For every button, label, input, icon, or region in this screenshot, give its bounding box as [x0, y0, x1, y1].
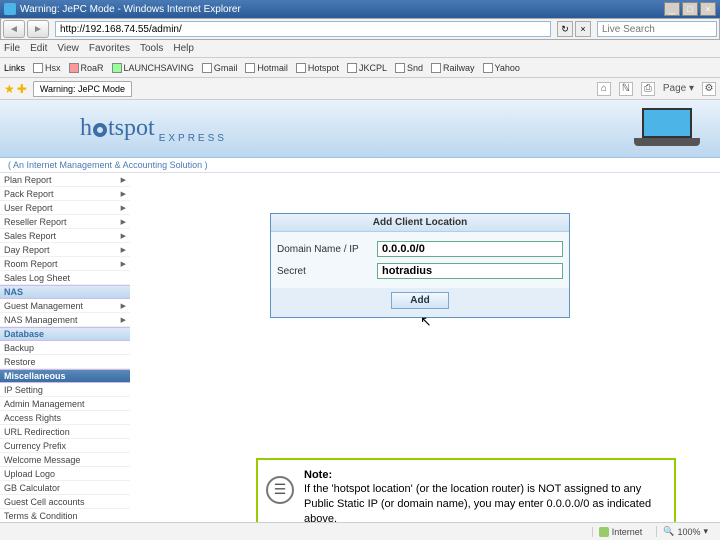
- sidebar-item-gb-calculator[interactable]: GB Calculator: [0, 481, 130, 495]
- sidebar-item-admin-management[interactable]: Admin Management: [0, 397, 130, 411]
- browser-tab[interactable]: Warning: JePC Mode: [33, 81, 132, 97]
- stop-button[interactable]: ×: [575, 21, 591, 37]
- sidebar-item-guest-management[interactable]: Guest Management▶: [0, 299, 130, 313]
- maximize-button[interactable]: □: [682, 2, 698, 16]
- menu-edit[interactable]: Edit: [30, 43, 47, 54]
- print-icon[interactable]: ⎙: [641, 82, 655, 96]
- input-secret[interactable]: [377, 263, 563, 279]
- links-label: Links: [4, 63, 25, 73]
- sidebar-head-miscellaneous: Miscellaneous: [0, 369, 130, 383]
- note-text: Note: If the 'hotspot location' (or the …: [304, 468, 666, 527]
- link-hotmail[interactable]: Hotmail: [245, 63, 288, 73]
- sidebar-item-access-rights[interactable]: Access Rights: [0, 411, 130, 425]
- sidebar-head-nas: NAS: [0, 285, 130, 299]
- sidebar-item-pack-report[interactable]: Pack Report▶: [0, 187, 130, 201]
- menu-bar: File Edit View Favorites Tools Help: [0, 40, 720, 58]
- sidebar-item-guest-cell-accounts[interactable]: Guest Cell accounts: [0, 495, 130, 509]
- status-bar: Internet 🔍 100% ▾: [0, 522, 720, 540]
- tab-toolbar: ★ ✚ Warning: JePC Mode ⌂ ℕ ⎙ Page ▾ ⚙: [0, 78, 720, 100]
- sidebar-item-plan-report[interactable]: Plan Report▶: [0, 173, 130, 187]
- menu-favorites[interactable]: Favorites: [89, 43, 130, 54]
- note-heading: Note:: [304, 469, 332, 481]
- search-input[interactable]: [597, 21, 717, 37]
- link-yahoo[interactable]: Yahoo: [483, 63, 520, 73]
- ie-icon: [4, 3, 16, 15]
- tagline: ( An Internet Management & Accounting So…: [0, 158, 720, 173]
- menu-file[interactable]: File: [4, 43, 20, 54]
- sidebar-item-sales-report[interactable]: Sales Report▶: [0, 229, 130, 243]
- status-internet: Internet: [592, 527, 649, 537]
- cursor-icon: ↖: [420, 313, 432, 330]
- sidebar-item-welcome-message[interactable]: Welcome Message: [0, 453, 130, 467]
- sidebar-item-upload-logo[interactable]: Upload Logo: [0, 467, 130, 481]
- forward-button[interactable]: ►: [27, 20, 49, 38]
- window-titlebar: Warning: JePC Mode - Windows Internet Ex…: [0, 0, 720, 18]
- links-bar: Links Hsx RoaR LAUNCHSAVING Gmail Hotmai…: [0, 58, 720, 78]
- add-favorite-icon[interactable]: ✚: [17, 82, 27, 96]
- sidebar-item-restore[interactable]: Restore: [0, 355, 130, 369]
- add-client-location-form: Add Client Location Domain Name / IP Sec…: [270, 213, 570, 318]
- menu-help[interactable]: Help: [173, 43, 194, 54]
- menu-tools[interactable]: Tools: [140, 43, 163, 54]
- link-hsx[interactable]: Hsx: [33, 63, 61, 73]
- laptop-icon: [632, 108, 702, 148]
- brand-header: htspot EXPRESS: [0, 100, 720, 158]
- favorites-star-icon[interactable]: ★: [4, 82, 15, 96]
- command-bar: ⌂ ℕ ⎙ Page ▾ ⚙: [597, 82, 716, 96]
- sidebar-item-url-redirection[interactable]: URL Redirection: [0, 425, 130, 439]
- sidebar-item-terms-condition[interactable]: Terms & Condition: [0, 509, 130, 523]
- sidebar-item-backup[interactable]: Backup: [0, 341, 130, 355]
- status-zoom[interactable]: 🔍 100% ▾: [656, 526, 714, 537]
- sidebar-item-nas-management[interactable]: NAS Management▶: [0, 313, 130, 327]
- sidebar-item-reseller-report[interactable]: Reseller Report▶: [0, 215, 130, 229]
- link-hotspot[interactable]: Hotspot: [296, 63, 339, 73]
- sidebar-head-database: Database: [0, 327, 130, 341]
- note-icon: ☰: [266, 476, 294, 504]
- sidebar-item-room-report[interactable]: Room Report▶: [0, 257, 130, 271]
- close-button[interactable]: ×: [700, 2, 716, 16]
- link-launchsaving[interactable]: LAUNCHSAVING: [112, 63, 194, 73]
- sidebar-item-ip-setting[interactable]: IP Setting: [0, 383, 130, 397]
- form-title: Add Client Location: [271, 214, 569, 232]
- minimize-button[interactable]: _: [664, 2, 680, 16]
- note-body: If the 'hotspot location' (or the locati…: [304, 483, 651, 525]
- sidebar-item-sales-log-sheet[interactable]: Sales Log Sheet: [0, 271, 130, 285]
- link-snd[interactable]: Snd: [395, 63, 423, 73]
- brand-logo: htspot EXPRESS: [80, 115, 227, 142]
- sidebar-item-currency-prefix[interactable]: Currency Prefix: [0, 439, 130, 453]
- tools-icon[interactable]: ⚙: [702, 82, 716, 96]
- sidebar-item-day-report[interactable]: Day Report▶: [0, 243, 130, 257]
- link-jkcpl[interactable]: JKCPL: [347, 63, 387, 73]
- back-button[interactable]: ◄: [3, 20, 25, 38]
- brand-sub: EXPRESS: [159, 133, 227, 144]
- link-gmail[interactable]: Gmail: [202, 63, 238, 73]
- add-button[interactable]: Add: [391, 292, 448, 309]
- link-railway[interactable]: Railway: [431, 63, 475, 73]
- home-icon[interactable]: ⌂: [597, 82, 611, 96]
- content-area: Plan Report▶ Pack Report▶ User Report▶ R…: [0, 173, 720, 543]
- label-secret: Secret: [277, 266, 377, 277]
- sidebar: Plan Report▶ Pack Report▶ User Report▶ R…: [0, 173, 130, 543]
- feed-icon[interactable]: ℕ: [619, 82, 633, 96]
- link-roar[interactable]: RoaR: [69, 63, 104, 73]
- input-domain[interactable]: [377, 241, 563, 257]
- sidebar-item-user-report[interactable]: User Report▶: [0, 201, 130, 215]
- refresh-button[interactable]: ↻: [557, 21, 573, 37]
- tab-title: Warning: JePC Mode: [40, 84, 125, 94]
- window-title: Warning: JePC Mode - Windows Internet Ex…: [20, 4, 241, 15]
- label-domain: Domain Name / IP: [277, 244, 377, 255]
- address-bar: ◄ ► ↻ ×: [0, 18, 720, 40]
- url-input[interactable]: [55, 21, 551, 37]
- page-menu[interactable]: Page ▾: [663, 83, 694, 94]
- main-panel: Add Client Location Domain Name / IP Sec…: [130, 173, 720, 543]
- shield-icon: [599, 527, 609, 537]
- menu-view[interactable]: View: [57, 43, 79, 54]
